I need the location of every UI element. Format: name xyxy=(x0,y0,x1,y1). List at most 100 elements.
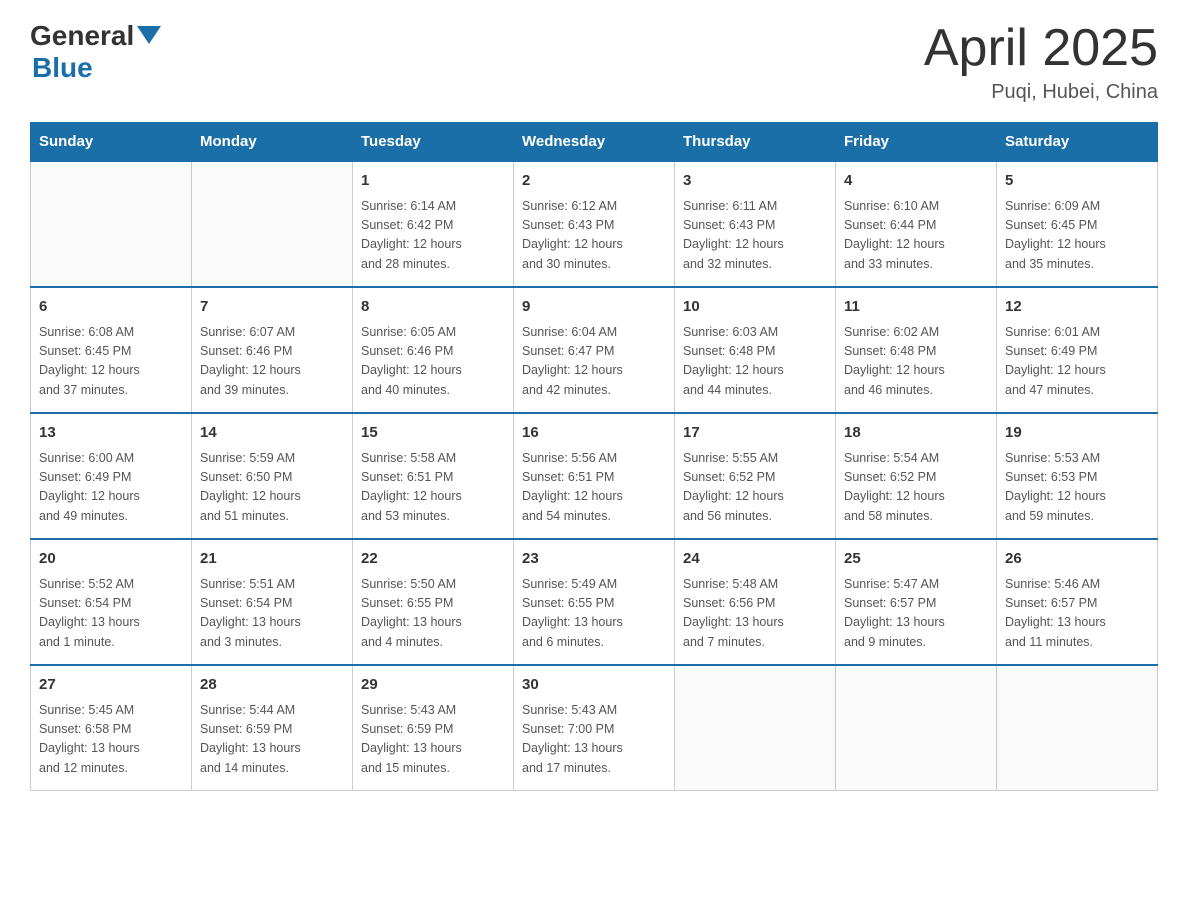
day-number: 2 xyxy=(522,170,666,193)
calendar-cell: 3Sunrise: 6:11 AM Sunset: 6:43 PM Daylig… xyxy=(675,161,836,287)
day-info: Sunrise: 5:59 AM Sunset: 6:50 PM Dayligh… xyxy=(200,449,344,527)
logo-arrow-icon xyxy=(137,26,161,44)
logo: General Blue xyxy=(30,20,161,84)
calendar-cell: 28 Sunrise: 5:44 AM Sunset: 6:59 PM Dayli… xyxy=(192,665,353,791)
calendar-cell: 24 Sunrise: 5:48 AM Sunset: 6:56 PM Dayli… xyxy=(675,539,836,665)
day-info: Sunrise: 5:46 AM Sunset: 6:57 PM Dayligh… xyxy=(1005,575,1149,653)
page-header: General Blue April 2025 Puqi, Hubei, Chi… xyxy=(30,20,1158,104)
calendar-cell: 17 Sunrise: 5:55 AM Sunset: 6:52 PM Dayli… xyxy=(675,413,836,539)
title-area: April 2025 Puqi, Hubei, China xyxy=(924,20,1158,104)
logo-general-text: General xyxy=(30,20,134,52)
calendar-day-header: Tuesday xyxy=(353,123,514,162)
calendar-cell: 6 Sunrise: 6:08 AM Sunset: 6:45 PM Daylig… xyxy=(31,287,192,413)
day-number: 13 xyxy=(39,422,183,445)
day-number: 22 xyxy=(361,548,505,571)
day-number: 19 xyxy=(1005,422,1149,445)
calendar-cell: 13 Sunrise: 6:00 AM Sunset: 6:49 PM Dayli… xyxy=(31,413,192,539)
calendar-cell: 4 Sunrise: 6:10 AM Sunset: 6:44 PM Daylig… xyxy=(836,161,997,287)
day-number: 16 xyxy=(522,422,666,445)
day-number: 4 xyxy=(844,170,988,193)
calendar-cell xyxy=(31,161,192,287)
calendar-week-row: 13 Sunrise: 6:00 AM Sunset: 6:49 PM Dayli… xyxy=(31,413,1158,539)
day-number: 10 xyxy=(683,296,827,319)
day-number: 27 xyxy=(39,674,183,697)
day-info: Sunrise: 6:08 AM Sunset: 6:45 PM Dayligh… xyxy=(39,323,183,401)
day-info: Sunrise: 5:55 AM Sunset: 6:52 PM Dayligh… xyxy=(683,449,827,527)
calendar-cell: 26 Sunrise: 5:46 AM Sunset: 6:57 PM Dayli… xyxy=(997,539,1158,665)
calendar-day-header: Sunday xyxy=(31,123,192,162)
calendar-cell: 29Sunrise: 5:43 AM Sunset: 6:59 PM Dayli… xyxy=(353,665,514,791)
calendar-week-row: 20Sunrise: 5:52 AM Sunset: 6:54 PM Dayli… xyxy=(31,539,1158,665)
day-number: 23 xyxy=(522,548,666,571)
calendar-header-row: SundayMondayTuesdayWednesdayThursdayFrid… xyxy=(31,123,1158,162)
day-info: Sunrise: 5:44 AM Sunset: 6:59 PM Dayligh… xyxy=(200,701,344,779)
calendar-cell xyxy=(836,665,997,791)
day-info: Sunrise: 6:12 AM Sunset: 6:43 PM Dayligh… xyxy=(522,197,666,275)
calendar-cell: 10 Sunrise: 6:03 AM Sunset: 6:48 PM Dayli… xyxy=(675,287,836,413)
calendar-week-row: 6 Sunrise: 6:08 AM Sunset: 6:45 PM Daylig… xyxy=(31,287,1158,413)
day-info: Sunrise: 6:04 AM Sunset: 6:47 PM Dayligh… xyxy=(522,323,666,401)
calendar-cell: 19 Sunrise: 5:53 AM Sunset: 6:53 PM Dayli… xyxy=(997,413,1158,539)
day-info: Sunrise: 6:14 AM Sunset: 6:42 PM Dayligh… xyxy=(361,197,505,275)
calendar-cell: 12 Sunrise: 6:01 AM Sunset: 6:49 PM Dayli… xyxy=(997,287,1158,413)
day-number: 14 xyxy=(200,422,344,445)
calendar-cell xyxy=(192,161,353,287)
day-info: Sunrise: 5:52 AM Sunset: 6:54 PM Dayligh… xyxy=(39,575,183,653)
calendar-cell: 11Sunrise: 6:02 AM Sunset: 6:48 PM Dayli… xyxy=(836,287,997,413)
day-info: Sunrise: 5:54 AM Sunset: 6:52 PM Dayligh… xyxy=(844,449,988,527)
calendar-day-header: Wednesday xyxy=(514,123,675,162)
day-info: Sunrise: 5:50 AM Sunset: 6:55 PM Dayligh… xyxy=(361,575,505,653)
day-info: Sunrise: 5:45 AM Sunset: 6:58 PM Dayligh… xyxy=(39,701,183,779)
day-number: 11 xyxy=(844,296,988,319)
day-number: 6 xyxy=(39,296,183,319)
calendar-cell: 18 Sunrise: 5:54 AM Sunset: 6:52 PM Dayli… xyxy=(836,413,997,539)
calendar-week-row: 27 Sunrise: 5:45 AM Sunset: 6:58 PM Dayli… xyxy=(31,665,1158,791)
day-number: 12 xyxy=(1005,296,1149,319)
calendar-cell: 8Sunrise: 6:05 AM Sunset: 6:46 PM Daylig… xyxy=(353,287,514,413)
calendar-cell: 2 Sunrise: 6:12 AM Sunset: 6:43 PM Daylig… xyxy=(514,161,675,287)
day-info: Sunrise: 6:01 AM Sunset: 6:49 PM Dayligh… xyxy=(1005,323,1149,401)
calendar-cell: 20Sunrise: 5:52 AM Sunset: 6:54 PM Dayli… xyxy=(31,539,192,665)
day-number: 18 xyxy=(844,422,988,445)
day-info: Sunrise: 5:58 AM Sunset: 6:51 PM Dayligh… xyxy=(361,449,505,527)
day-number: 17 xyxy=(683,422,827,445)
calendar-day-header: Monday xyxy=(192,123,353,162)
logo-blue-text: Blue xyxy=(32,52,93,84)
day-number: 26 xyxy=(1005,548,1149,571)
calendar-day-header: Thursday xyxy=(675,123,836,162)
day-info: Sunrise: 6:05 AM Sunset: 6:46 PM Dayligh… xyxy=(361,323,505,401)
calendar-cell: 25Sunrise: 5:47 AM Sunset: 6:57 PM Dayli… xyxy=(836,539,997,665)
day-info: Sunrise: 6:07 AM Sunset: 6:46 PM Dayligh… xyxy=(200,323,344,401)
page-title: April 2025 xyxy=(924,20,1158,77)
day-number: 24 xyxy=(683,548,827,571)
calendar-cell: 22 Sunrise: 5:50 AM Sunset: 6:55 PM Dayli… xyxy=(353,539,514,665)
day-number: 30 xyxy=(522,674,666,697)
day-info: Sunrise: 6:03 AM Sunset: 6:48 PM Dayligh… xyxy=(683,323,827,401)
calendar-cell: 23Sunrise: 5:49 AM Sunset: 6:55 PM Dayli… xyxy=(514,539,675,665)
calendar-table: SundayMondayTuesdayWednesdayThursdayFrid… xyxy=(30,122,1158,791)
day-info: Sunrise: 5:48 AM Sunset: 6:56 PM Dayligh… xyxy=(683,575,827,653)
calendar-cell xyxy=(997,665,1158,791)
day-number: 28 xyxy=(200,674,344,697)
day-number: 21 xyxy=(200,548,344,571)
day-info: Sunrise: 6:09 AM Sunset: 6:45 PM Dayligh… xyxy=(1005,197,1149,275)
day-info: Sunrise: 5:53 AM Sunset: 6:53 PM Dayligh… xyxy=(1005,449,1149,527)
day-number: 7 xyxy=(200,296,344,319)
calendar-cell: 30 Sunrise: 5:43 AM Sunset: 7:00 PM Dayli… xyxy=(514,665,675,791)
day-number: 9 xyxy=(522,296,666,319)
day-info: Sunrise: 6:00 AM Sunset: 6:49 PM Dayligh… xyxy=(39,449,183,527)
day-number: 15 xyxy=(361,422,505,445)
calendar-cell: 1Sunrise: 6:14 AM Sunset: 6:42 PM Daylig… xyxy=(353,161,514,287)
calendar-cell: 16Sunrise: 5:56 AM Sunset: 6:51 PM Dayli… xyxy=(514,413,675,539)
day-info: Sunrise: 5:51 AM Sunset: 6:54 PM Dayligh… xyxy=(200,575,344,653)
day-info: Sunrise: 6:11 AM Sunset: 6:43 PM Dayligh… xyxy=(683,197,827,275)
calendar-cell: 15 Sunrise: 5:58 AM Sunset: 6:51 PM Dayli… xyxy=(353,413,514,539)
day-info: Sunrise: 6:10 AM Sunset: 6:44 PM Dayligh… xyxy=(844,197,988,275)
day-number: 5 xyxy=(1005,170,1149,193)
calendar-cell: 27 Sunrise: 5:45 AM Sunset: 6:58 PM Dayli… xyxy=(31,665,192,791)
day-info: Sunrise: 5:43 AM Sunset: 7:00 PM Dayligh… xyxy=(522,701,666,779)
calendar-cell: 7 Sunrise: 6:07 AM Sunset: 6:46 PM Daylig… xyxy=(192,287,353,413)
calendar-cell: 5 Sunrise: 6:09 AM Sunset: 6:45 PM Daylig… xyxy=(997,161,1158,287)
day-info: Sunrise: 5:47 AM Sunset: 6:57 PM Dayligh… xyxy=(844,575,988,653)
calendar-cell: 9 Sunrise: 6:04 AM Sunset: 6:47 PM Daylig… xyxy=(514,287,675,413)
